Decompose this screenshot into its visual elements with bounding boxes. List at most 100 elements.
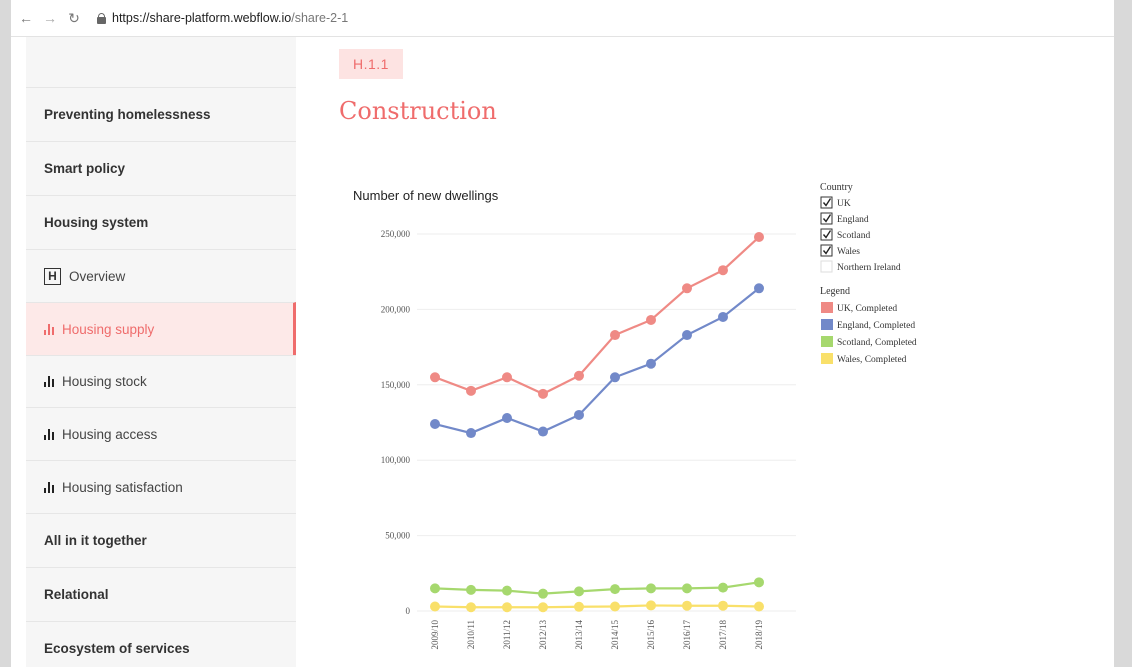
legend-entry: Scotland, Completed (821, 336, 917, 348)
x-tick-label: 2012/13 (538, 620, 548, 650)
data-point (430, 601, 440, 612)
y-tick-label: 250,000 (381, 229, 411, 239)
sidebar-item-all-in-it-together[interactable]: All in it together (26, 513, 296, 567)
data-point (466, 428, 476, 439)
data-point (430, 419, 440, 430)
sidebar-item-relational[interactable]: Relational (26, 567, 296, 621)
filter-checkbox-scotland[interactable]: Scotland (820, 228, 870, 241)
x-tick-label: 2015/16 (646, 620, 656, 650)
data-point (682, 600, 692, 611)
data-point (430, 372, 440, 383)
data-point (610, 330, 620, 341)
sidebar-item-housing-access[interactable]: Housing access (26, 407, 296, 460)
y-tick-label: 150,000 (381, 380, 411, 390)
sidebar-item-ecosystem-of-services[interactable]: Ecosystem of services (26, 621, 296, 667)
forward-arrow-icon[interactable]: → (41, 10, 59, 26)
data-point (502, 412, 512, 423)
y-tick-label: 200,000 (381, 304, 411, 314)
series-line (434, 581, 760, 595)
url-path: /share-2-1 (291, 11, 349, 25)
sidebar-item-label: Housing stock (62, 374, 147, 389)
data-point (754, 232, 764, 243)
legend-swatch (821, 353, 833, 364)
sidebar-item-label: Overview (69, 268, 126, 284)
filter-label: Northern Ireland (837, 263, 901, 273)
filter-heading: Country (820, 182, 853, 193)
series-england-completed (430, 283, 764, 439)
filter-checkbox-wales[interactable]: Wales (820, 244, 860, 257)
browser-window: ← → ↻ https://share-platform.webflow.io/… (11, 0, 1114, 667)
data-point (502, 585, 512, 596)
y-tick-label: 50,000 (385, 531, 410, 541)
sidebar-item-label: Housing system (44, 215, 149, 230)
legend-heading: Legend (820, 286, 850, 297)
address-bar: ← → ↻ https://share-platform.webflow.io/… (11, 0, 1114, 37)
sidebar-item-label: Housing access (62, 426, 158, 442)
filter-label: England (837, 215, 869, 225)
data-point (646, 600, 656, 611)
data-point (574, 586, 584, 597)
back-arrow-icon[interactable]: ← (17, 10, 35, 26)
filter-label: Scotland (837, 231, 870, 241)
data-point (682, 330, 692, 341)
data-point (754, 601, 764, 612)
legend-swatch (821, 302, 833, 313)
url-field[interactable]: https://share-platform.webflow.io/share-… (112, 11, 348, 25)
sidebar-item-overview[interactable]: H Overview (26, 249, 296, 302)
y-tick-label: 100,000 (381, 455, 411, 465)
data-point (754, 577, 764, 588)
legend-label: Scotland, Completed (837, 338, 917, 348)
data-point (682, 583, 692, 594)
y-tick-label: 0 (406, 606, 411, 616)
reload-icon[interactable]: ↻ (65, 10, 83, 27)
series-wales-completed (430, 600, 764, 613)
legend-swatch (821, 319, 833, 330)
sidebar-item-smart-policy[interactable]: Smart policy (26, 141, 296, 195)
series-uk-completed (430, 232, 764, 399)
data-point (574, 409, 584, 420)
sidebar-item-label: Ecosystem of services (44, 641, 190, 656)
data-point (610, 372, 620, 383)
data-point (646, 314, 656, 325)
url-host: https://share-platform.webflow.io (112, 11, 292, 25)
sidebar-item-housing-system[interactable]: Housing system (26, 195, 296, 249)
data-point (502, 602, 512, 613)
data-point (610, 601, 620, 612)
filter-checkbox-uk[interactable]: UK (820, 196, 851, 209)
chart-title: Number of new dwellings (353, 188, 499, 203)
data-point (502, 372, 512, 383)
x-tick-label: 2011/12 (502, 620, 512, 649)
legend-swatch (821, 336, 833, 347)
x-tick-label: 2018/19 (754, 620, 764, 650)
series-line (434, 236, 760, 396)
data-point (718, 600, 728, 611)
data-point (466, 584, 476, 595)
data-point (646, 583, 656, 594)
data-point (718, 582, 728, 593)
data-point (718, 265, 728, 276)
legend-entry: Wales, Completed (821, 353, 907, 365)
sidebar-item-label: All in it together (44, 533, 147, 548)
filter-checkbox-england[interactable]: England (820, 212, 869, 225)
sidebar-item-preventing-homelessness[interactable]: Preventing homelessness (26, 87, 296, 141)
sidebar-item-label: Housing supply (62, 321, 155, 337)
legend-entry: England, Completed (821, 319, 915, 331)
h-square-icon: H (44, 267, 61, 285)
lock-icon (97, 12, 106, 24)
x-tick-label: 2014/15 (610, 620, 620, 650)
data-point (538, 388, 548, 399)
data-point (538, 602, 548, 613)
data-point (754, 283, 764, 294)
data-point (466, 602, 476, 613)
sidebar-item-label: Housing satisfaction (62, 479, 183, 495)
sidebar-item-label: Preventing homelessness (44, 107, 211, 122)
sidebar-item-housing-supply[interactable]: Housing supply (26, 302, 296, 355)
sidebar-item-housing-stock[interactable]: Housing stock (26, 355, 296, 407)
data-point (466, 385, 476, 396)
bar-chart-icon (44, 376, 54, 387)
data-point (718, 311, 728, 322)
x-tick-label: 2009/10 (430, 620, 440, 650)
sidebar-item-housing-satisfaction[interactable]: Housing satisfaction (26, 460, 296, 513)
filter-checkbox-northern-ireland[interactable]: Northern Ireland (820, 260, 901, 273)
legend-label: UK, Completed (837, 304, 897, 314)
